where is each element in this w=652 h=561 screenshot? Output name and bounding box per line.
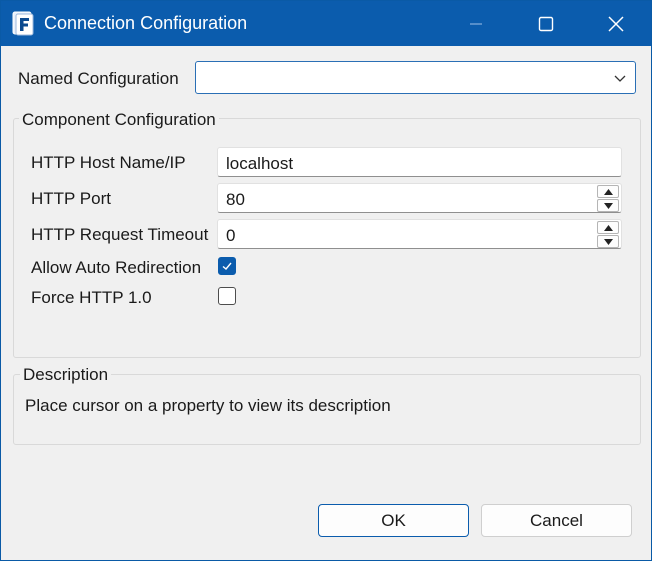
timeout-spinner — [597, 221, 619, 248]
ok-button[interactable]: OK — [318, 504, 469, 537]
auto-redirect-checkbox[interactable] — [218, 257, 236, 275]
description-title: Description — [20, 365, 112, 385]
named-configuration-dropdown[interactable] — [195, 61, 636, 94]
cancel-button-label: Cancel — [530, 510, 583, 530]
minimize-button[interactable] — [441, 1, 511, 46]
checkmark-icon — [222, 262, 232, 270]
port-value: 80 — [226, 190, 245, 209]
title-bar[interactable]: Connection Configuration — [1, 1, 651, 46]
timeout-label: HTTP Request Timeout — [31, 225, 209, 244]
port-label: HTTP Port — [31, 189, 111, 208]
chevron-down-icon — [614, 75, 626, 82]
connection-configuration-dialog: Connection Configuration Named Configura… — [0, 0, 652, 561]
host-value: localhost — [226, 154, 294, 173]
auto-redirect-label: Allow Auto Redirection — [31, 258, 202, 277]
component-configuration-title: Component Configuration — [19, 110, 219, 130]
ok-button-label: OK — [381, 510, 406, 530]
host-input[interactable]: localhost — [217, 147, 622, 177]
port-input[interactable]: 80 — [217, 183, 622, 213]
force-http10-label: Force HTTP 1.0 — [31, 288, 152, 307]
description-text: Place cursor on a property to view its d… — [25, 396, 391, 415]
window-title: Connection Configuration — [44, 13, 248, 33]
triangle-up-icon — [603, 224, 613, 231]
named-configuration-label: Named Configuration — [18, 69, 179, 88]
timeout-value: 0 — [226, 226, 236, 245]
timeout-input[interactable]: 0 — [217, 219, 622, 249]
timeout-decrement-button[interactable] — [597, 235, 619, 248]
port-increment-button[interactable] — [597, 185, 619, 198]
port-spinner — [597, 185, 619, 212]
maximize-icon — [538, 16, 554, 31]
close-button[interactable] — [581, 1, 651, 46]
host-label: HTTP Host Name/IP — [31, 153, 186, 172]
triangle-down-icon — [603, 202, 613, 209]
close-icon — [608, 15, 624, 32]
port-decrement-button[interactable] — [597, 199, 619, 212]
timeout-increment-button[interactable] — [597, 221, 619, 234]
triangle-down-icon — [603, 238, 613, 245]
cancel-button[interactable]: Cancel — [481, 504, 632, 537]
force-http10-checkbox[interactable] — [218, 287, 236, 305]
maximize-button[interactable] — [511, 1, 581, 46]
triangle-up-icon — [603, 188, 613, 195]
minimize-icon — [470, 23, 482, 24]
app-f-icon — [12, 11, 34, 36]
